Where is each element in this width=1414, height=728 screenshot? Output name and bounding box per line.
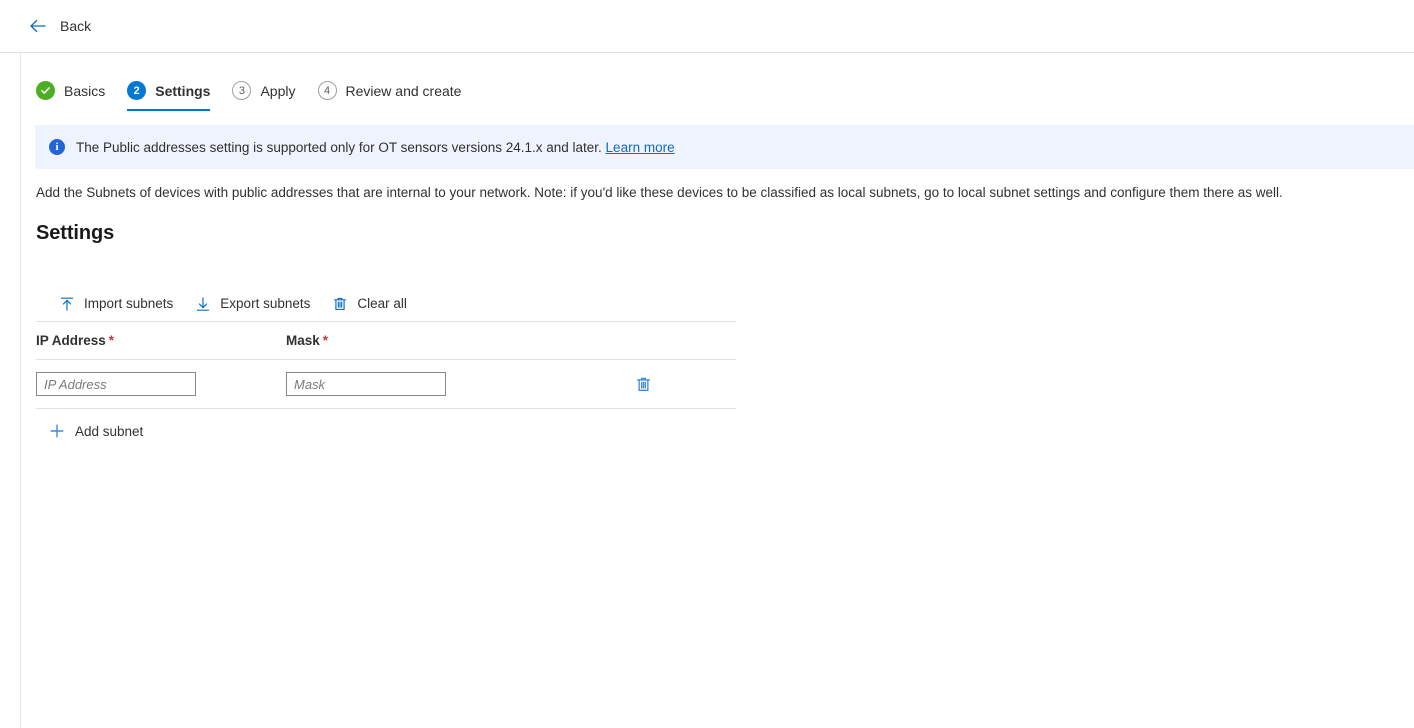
- page-body: Basics 2 Settings 3 Apply 4 Review and c…: [0, 53, 1414, 728]
- page-title: Settings: [21, 200, 1414, 245]
- ip-address-input[interactable]: [36, 372, 196, 396]
- wizard-step-label: Apply: [260, 84, 295, 98]
- wizard-step-basics[interactable]: Basics: [36, 81, 105, 111]
- export-subnets-label: Export subnets: [220, 296, 310, 311]
- add-subnet-label: Add subnet: [75, 424, 143, 439]
- top-back-bar: Back: [0, 0, 1414, 53]
- info-banner-text: The Public addresses setting is supporte…: [76, 140, 675, 155]
- info-banner-message: The Public addresses setting is supporte…: [76, 140, 602, 155]
- page-description: Add the Subnets of devices with public a…: [21, 169, 1414, 200]
- arrow-left-icon: [28, 16, 48, 36]
- step-number-badge: 2: [127, 81, 146, 100]
- info-banner: i The Public addresses setting is suppor…: [35, 125, 1414, 169]
- info-icon: i: [49, 139, 65, 155]
- column-header-label: Mask: [286, 333, 320, 348]
- mask-input[interactable]: [286, 372, 446, 396]
- table-header-row: IP Address* Mask*: [36, 322, 736, 360]
- cell-ip-address: [36, 372, 286, 396]
- step-complete-check-icon: [36, 81, 55, 100]
- learn-more-link[interactable]: Learn more: [606, 140, 675, 155]
- required-asterisk: *: [323, 333, 328, 348]
- wizard-step-label: Review and create: [346, 84, 462, 98]
- clear-all-label: Clear all: [357, 296, 407, 311]
- content-column: Basics 2 Settings 3 Apply 4 Review and c…: [21, 53, 1414, 728]
- cell-mask: [286, 372, 536, 396]
- step-number-badge: 3: [232, 81, 251, 100]
- subnets-table: Import subnets Export subnets: [36, 286, 736, 445]
- delete-row-button[interactable]: [633, 374, 654, 395]
- trash-icon: [635, 376, 652, 393]
- table-row: [36, 360, 736, 409]
- wizard-step-label: Settings: [155, 84, 210, 98]
- clear-all-button[interactable]: Clear all: [326, 292, 415, 316]
- left-rail: [0, 53, 21, 728]
- trash-icon: [332, 296, 348, 312]
- import-icon: [59, 296, 75, 312]
- wizard-steps: Basics 2 Settings 3 Apply 4 Review and c…: [21, 53, 1414, 111]
- wizard-step-apply[interactable]: 3 Apply: [232, 81, 295, 111]
- export-icon: [195, 296, 211, 312]
- column-header-label: IP Address: [36, 333, 106, 348]
- import-subnets-button[interactable]: Import subnets: [53, 292, 181, 316]
- wizard-step-settings[interactable]: 2 Settings: [127, 81, 210, 111]
- wizard-step-label: Basics: [64, 84, 105, 98]
- back-button[interactable]: Back: [22, 12, 97, 40]
- export-subnets-button[interactable]: Export subnets: [189, 292, 318, 316]
- column-header-mask: Mask*: [286, 333, 536, 348]
- plus-icon: [49, 423, 65, 439]
- add-subnet-button[interactable]: Add subnet: [36, 409, 149, 445]
- cell-actions: [536, 374, 736, 395]
- column-header-ip-address: IP Address*: [36, 333, 286, 348]
- wizard-step-review-and-create[interactable]: 4 Review and create: [318, 81, 462, 111]
- step-number-badge: 4: [318, 81, 337, 100]
- import-subnets-label: Import subnets: [84, 296, 173, 311]
- back-label: Back: [60, 19, 91, 33]
- required-asterisk: *: [109, 333, 114, 348]
- table-toolbar: Import subnets Export subnets: [36, 286, 736, 322]
